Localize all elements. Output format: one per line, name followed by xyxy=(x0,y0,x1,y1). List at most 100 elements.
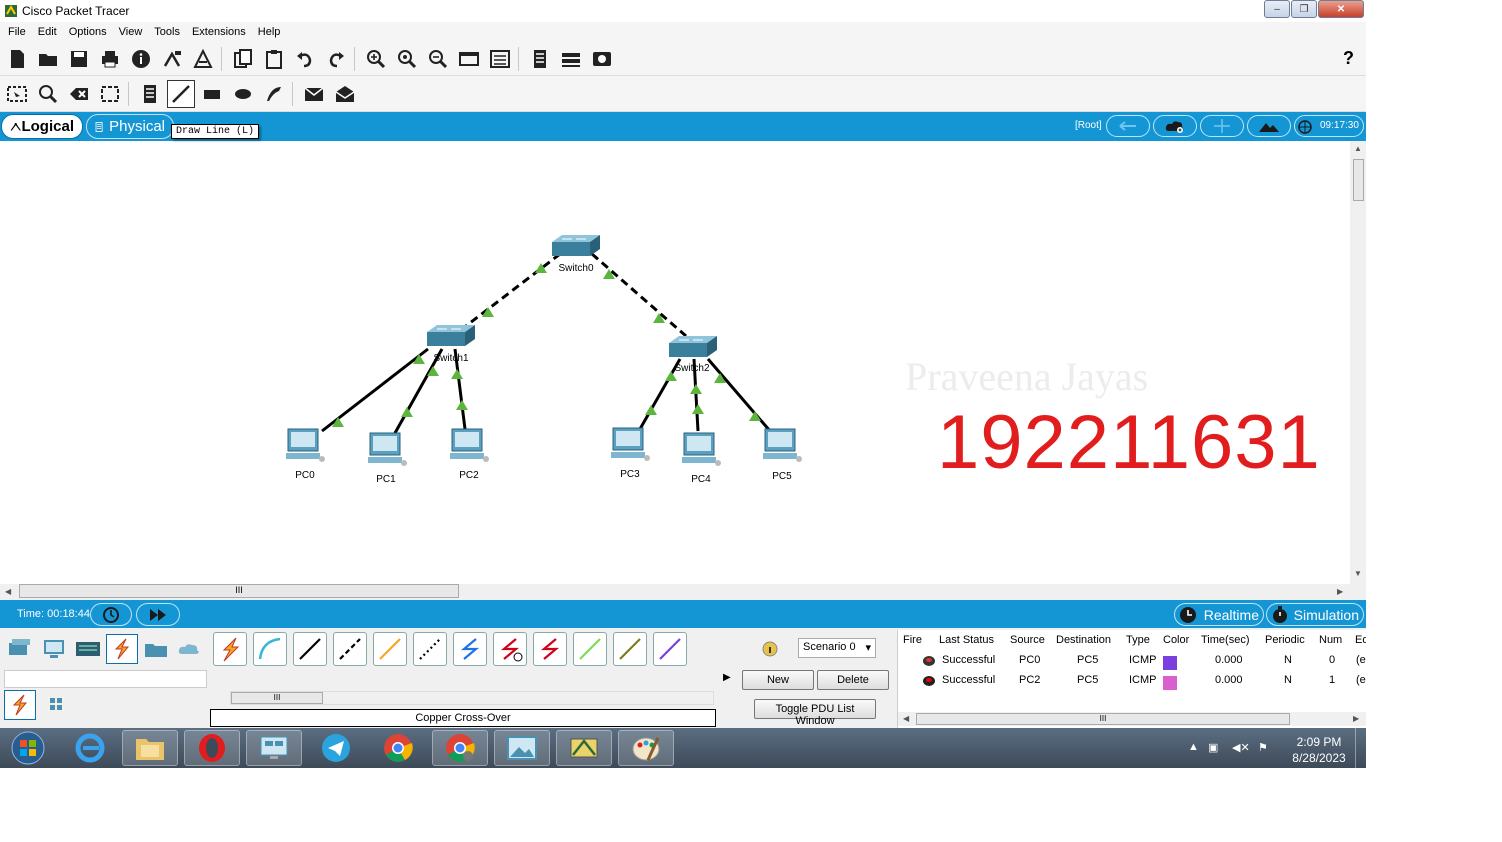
pc2-label[interactable]: PC2 xyxy=(439,470,499,481)
minimize-button[interactable]: – xyxy=(1264,0,1290,18)
connections-scroll-thumb[interactable]: III xyxy=(231,692,323,704)
scroll-left-arrow-icon[interactable]: ◀ xyxy=(903,714,909,723)
pc5-label[interactable]: PC5 xyxy=(752,471,812,482)
opera-icon[interactable] xyxy=(184,730,240,766)
file-explorer-icon[interactable] xyxy=(122,730,178,766)
scroll-right-arrow-icon[interactable]: ▶ xyxy=(1353,714,1359,723)
chrome-profile-icon[interactable] xyxy=(432,730,488,766)
chrome-icon[interactable] xyxy=(370,730,426,766)
root-breadcrumb[interactable]: [Root] xyxy=(1075,120,1102,131)
pdu-row-edit[interactable]: (e xyxy=(1356,674,1366,686)
activity-wizard-icon[interactable] xyxy=(189,45,217,73)
workspace-horizontal-scrollbar[interactable]: ◀ III ▶ xyxy=(0,584,1350,600)
power-cycle-button[interactable] xyxy=(90,603,132,626)
scroll-up-arrow-icon[interactable]: ▲ xyxy=(1354,144,1362,153)
realtime-mode-button[interactable]: Realtime xyxy=(1174,603,1264,626)
copy-icon[interactable] xyxy=(229,45,257,73)
menu-edit[interactable]: Edit xyxy=(38,26,57,38)
select-icon[interactable] xyxy=(3,80,31,108)
header-num[interactable]: Num xyxy=(1319,634,1342,646)
header-color[interactable]: Color xyxy=(1163,634,1189,646)
new-scenario-button[interactable]: New xyxy=(742,670,814,690)
paste-icon[interactable] xyxy=(260,45,288,73)
draw-line-icon[interactable] xyxy=(167,79,195,108)
zoom-reset-icon[interactable] xyxy=(393,45,421,73)
scenario-info-icon[interactable] xyxy=(761,640,779,658)
tab-physical[interactable]: Physical xyxy=(86,114,174,139)
phone-cable-icon[interactable] xyxy=(413,632,447,666)
maximize-button[interactable]: ❐ xyxy=(1291,0,1317,18)
inspect-icon[interactable] xyxy=(34,80,62,108)
header-time[interactable]: Time(sec) xyxy=(1201,634,1249,646)
header-edit[interactable]: Ed xyxy=(1355,634,1366,646)
action-center-flag-icon[interactable]: ⚑ xyxy=(1258,741,1268,754)
usb-cable-icon[interactable] xyxy=(653,632,687,666)
resize-shape-icon[interactable] xyxy=(96,80,124,108)
show-desktop-button[interactable] xyxy=(1355,728,1366,768)
fire-icon[interactable] xyxy=(922,655,936,667)
components-category-icon[interactable] xyxy=(72,634,104,664)
octal-cable-icon[interactable] xyxy=(573,632,607,666)
save-icon[interactable] xyxy=(65,45,93,73)
delete-scenario-button[interactable]: Delete xyxy=(817,670,889,690)
multiuser-category-icon[interactable] xyxy=(174,634,206,664)
pdu-scroll-thumb[interactable]: III xyxy=(916,713,1290,725)
automatic-connection-icon[interactable] xyxy=(213,632,247,666)
add-simple-pdu-icon[interactable] xyxy=(300,80,328,108)
menu-file[interactable]: File xyxy=(8,26,26,38)
miscellaneous-category-icon[interactable] xyxy=(140,634,172,664)
add-complex-pdu-icon[interactable] xyxy=(331,80,359,108)
simulation-mode-button[interactable]: Simulation xyxy=(1266,603,1364,626)
scroll-down-arrow-icon[interactable]: ▼ xyxy=(1354,569,1362,578)
set-tiled-background-button[interactable] xyxy=(1247,115,1291,137)
auto-connection-subcategory-icon[interactable] xyxy=(4,690,36,720)
copper-straight-through-icon[interactable] xyxy=(293,632,327,666)
header-periodic[interactable]: Periodic xyxy=(1265,634,1305,646)
close-button[interactable]: ✕ xyxy=(1318,0,1364,18)
serial-dte-icon[interactable] xyxy=(533,632,567,666)
back-button[interactable] xyxy=(1106,115,1150,137)
toggle-pdu-list-button[interactable]: Toggle PDU List Window xyxy=(754,699,876,727)
pc0-label[interactable]: PC0 xyxy=(275,470,335,481)
menu-extensions[interactable]: Extensions xyxy=(192,26,246,38)
workspace-vertical-scrollbar[interactable]: ▲ ▼ xyxy=(1350,141,1366,584)
show-hidden-icons-icon[interactable]: ▲ xyxy=(1188,741,1199,753)
header-destination[interactable]: Destination xyxy=(1056,634,1111,646)
screenshot-icon[interactable] xyxy=(588,45,616,73)
panel-arrow-icon[interactable]: ▶ xyxy=(723,672,731,683)
redo-icon[interactable] xyxy=(322,45,350,73)
custom-devices-icon[interactable] xyxy=(486,45,514,73)
tab-logical[interactable]: Logical xyxy=(1,114,83,139)
switch1-label[interactable]: Switch1 xyxy=(421,353,481,364)
connections-scrollbar[interactable]: III xyxy=(230,691,714,705)
pc4-label[interactable]: PC4 xyxy=(671,474,731,485)
paint-icon[interactable] xyxy=(618,730,674,766)
menu-tools[interactable]: Tools xyxy=(154,26,180,38)
copper-cross-over-icon[interactable] xyxy=(333,632,367,666)
start-button[interactable] xyxy=(0,730,56,766)
control-panel-icon[interactable] xyxy=(246,730,302,766)
header-type[interactable]: Type xyxy=(1126,634,1150,646)
header-last-status[interactable]: Last Status xyxy=(939,634,994,646)
scenario-select[interactable]: Scenario 0 ▾ xyxy=(798,638,876,658)
pc3-label[interactable]: PC3 xyxy=(600,469,660,480)
header-source[interactable]: Source xyxy=(1010,634,1045,646)
network-devices-category-icon[interactable] xyxy=(4,634,36,664)
telegram-icon[interactable] xyxy=(308,730,364,766)
help-button[interactable]: ? xyxy=(1343,48,1354,69)
network-tray-icon[interactable]: ▣ xyxy=(1208,741,1218,754)
draw-rectangle-icon[interactable] xyxy=(198,80,226,108)
switch2-label[interactable]: Switch2 xyxy=(662,363,722,374)
logical-workspace[interactable]: Switch0 Switch1 Switch2 PC0 PC1 PC2 PC3 … xyxy=(0,141,1350,584)
delete-icon[interactable] xyxy=(65,80,93,108)
pdu-row-edit[interactable]: (e xyxy=(1356,654,1366,666)
scroll-right-arrow-icon[interactable]: ▶ xyxy=(1337,587,1343,596)
move-object-button[interactable] xyxy=(1200,115,1244,137)
photo-viewer-icon[interactable] xyxy=(494,730,550,766)
connections-category-icon[interactable] xyxy=(106,634,138,664)
fire-icon[interactable] xyxy=(922,675,936,687)
place-note-icon[interactable] xyxy=(136,80,164,108)
zoom-in-icon[interactable] xyxy=(362,45,390,73)
iot-custom-cable-icon[interactable] xyxy=(613,632,647,666)
pdu-horizontal-scrollbar[interactable]: ◀ III ▶ xyxy=(898,712,1366,726)
